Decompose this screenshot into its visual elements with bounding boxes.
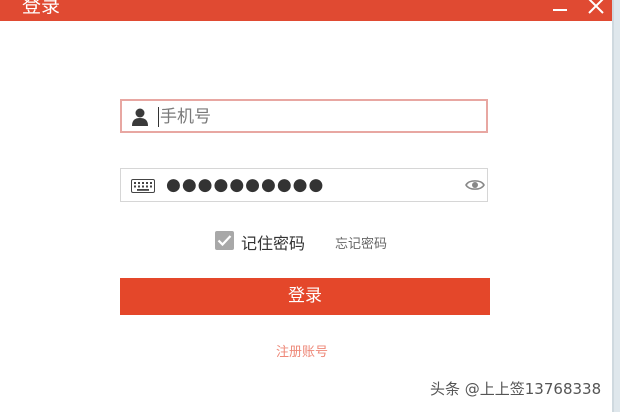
remember-checkbox[interactable] [215, 231, 234, 250]
minimize-button[interactable] [550, 0, 574, 21]
login-window: 登录 ● [0, 0, 612, 412]
window-title: 登录 [22, 0, 61, 17]
login-button[interactable]: 登录 [120, 278, 490, 315]
user-icon [132, 108, 148, 126]
text-caret [158, 107, 159, 127]
watermark-text: 头条 @上上签13768338 [430, 380, 602, 398]
keyboard-icon [131, 179, 155, 193]
phone-input[interactable] [160, 104, 460, 130]
phone-field[interactable] [120, 99, 488, 133]
register-account-link[interactable]: 注册账号 [276, 341, 328, 360]
forgot-password-link[interactable]: 忘记密码 [335, 233, 387, 252]
window-shadow [612, 0, 614, 412]
eye-icon[interactable] [465, 178, 485, 192]
checkmark-icon [217, 235, 232, 247]
background-edge [612, 0, 620, 412]
remember-password-label: 记住密码 [241, 234, 306, 253]
password-input[interactable]: ●●●●●●●●●● [166, 175, 324, 195]
minimize-icon [553, 9, 567, 11]
close-icon [588, 0, 604, 14]
close-button[interactable] [584, 0, 608, 21]
password-field[interactable]: ●●●●●●●●●● [120, 168, 488, 202]
title-bar: 登录 [0, 0, 612, 21]
